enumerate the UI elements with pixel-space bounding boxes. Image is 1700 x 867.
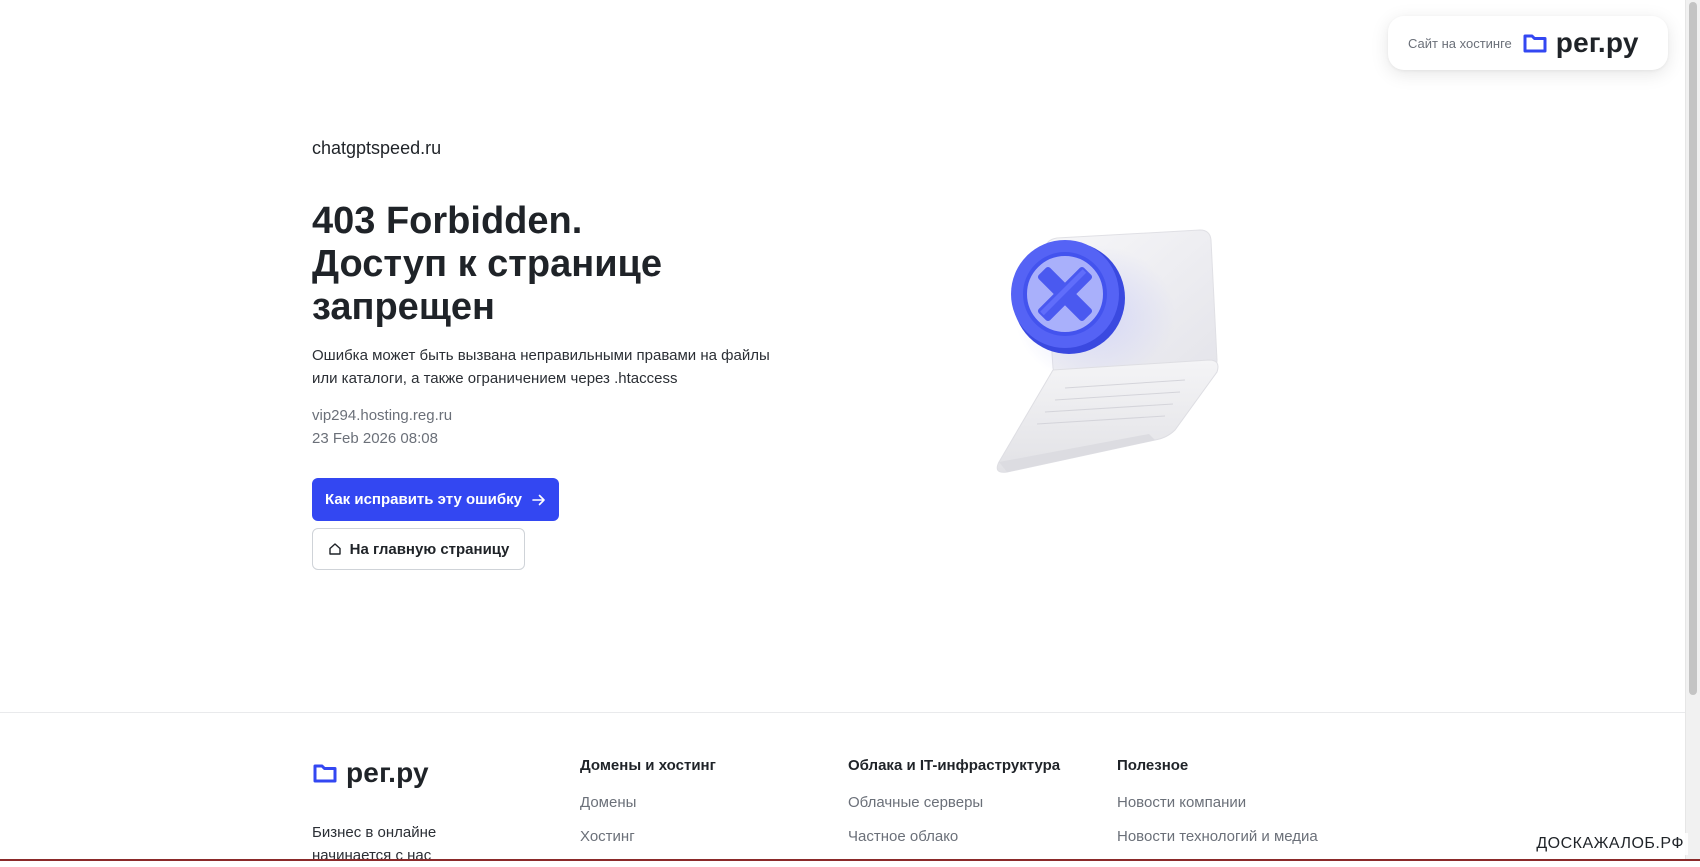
footer-column-domains: Домены и хостинг Домены Хостинг xyxy=(580,757,716,862)
site-domain: chatgptspeed.ru xyxy=(312,138,442,158)
footer-link-cloud-servers[interactable]: Облачные серверы xyxy=(848,794,1060,811)
folder-logo-icon xyxy=(313,764,337,783)
home-page-label: На главную страницу xyxy=(349,540,510,558)
forbidden-laptop-illustration xyxy=(996,229,1219,473)
page-title-line-1: 403 Forbidden. xyxy=(312,200,583,242)
footer-link-hosting[interactable]: Хостинг xyxy=(580,828,716,845)
page-title-line-2: Доступ к странице xyxy=(312,243,663,285)
page-title-line-3: запрещен xyxy=(312,286,495,328)
error-description: Ошибка может быть вызвана неправильными … xyxy=(312,347,770,387)
footer-column-title: Облака и IT-инфраструктура xyxy=(848,757,1061,774)
footer-column-title: Полезное xyxy=(1117,757,1189,774)
badge-text: Сайт на хостинге xyxy=(1408,35,1512,51)
footer-link-private-cloud[interactable]: Частное облако xyxy=(848,828,1060,845)
footer-column-useful: Полезное Новости компании Новости технол… xyxy=(1117,757,1318,862)
watermark: ДОСКАЖАЛОБ.РФ xyxy=(1532,833,1688,855)
footer-link-company-news[interactable]: Новости компании xyxy=(1117,794,1318,811)
fix-error-button[interactable]: Как исправить эту ошибку xyxy=(312,478,559,521)
server-hostname: vip294.hosting.reg.ru xyxy=(312,407,453,424)
footer-column-cloud: Облака и IT-инфраструктура Облачные серв… xyxy=(848,757,1060,862)
server-datetime: 23 Feb 2026 08:08 xyxy=(312,430,438,447)
home-icon xyxy=(328,543,341,555)
home-page-button[interactable]: На главную страницу xyxy=(312,528,525,570)
server-info: vip294.hosting.reg.ru 23 Feb 2026 08:08 xyxy=(312,404,452,450)
footer-logo[interactable]: рег.ру xyxy=(312,757,429,789)
site-footer: рег.ру Бизнес в онлайне начинается с нас… xyxy=(0,712,1685,864)
badge-brand-name: рег.ру xyxy=(1555,27,1639,58)
badge-logo[interactable]: рег.ру xyxy=(1522,27,1639,59)
page-title: 403 Forbidden. Доступ к странице запреще… xyxy=(312,200,872,329)
arrow-right-icon xyxy=(532,494,545,505)
footer-brand-name: рег.ру xyxy=(346,757,429,788)
fix-error-label: Как исправить эту ошибку xyxy=(325,491,522,508)
page-scrollbar[interactable] xyxy=(1685,0,1700,861)
footer-link-tech-news[interactable]: Новости технологий и медиа xyxy=(1117,828,1318,845)
folder-logo-icon xyxy=(1523,34,1547,53)
footer-link-domains[interactable]: Домены xyxy=(580,794,716,811)
footer-column-title: Домены и хостинг xyxy=(580,757,716,774)
scrollbar-thumb[interactable] xyxy=(1689,2,1697,695)
hosting-badge[interactable]: Сайт на хостинге рег.ру xyxy=(1388,16,1668,70)
